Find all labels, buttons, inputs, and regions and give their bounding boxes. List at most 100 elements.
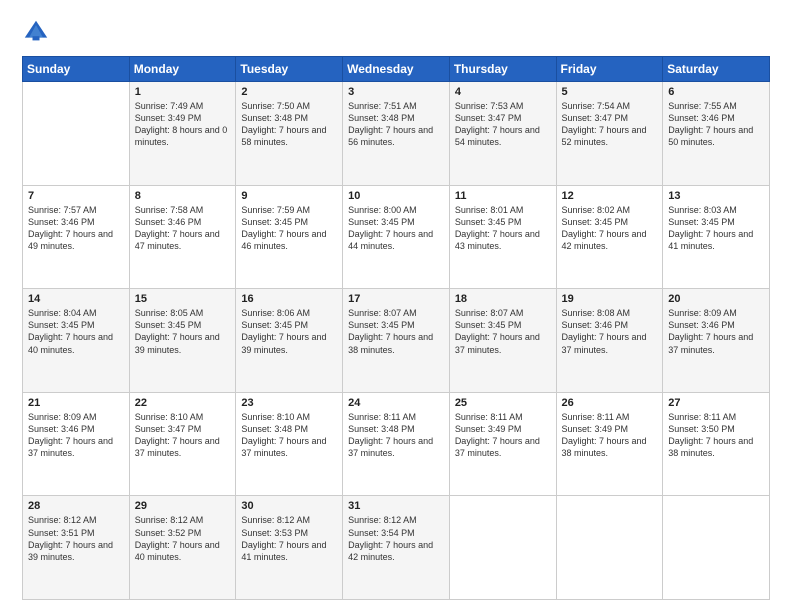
- calendar-cell: [449, 496, 556, 600]
- cell-info: Sunrise: 7:51 AMSunset: 3:48 PMDaylight:…: [348, 100, 444, 149]
- day-number: 10: [348, 190, 444, 202]
- day-number: 4: [455, 86, 551, 98]
- week-row-4: 21 Sunrise: 8:09 AMSunset: 3:46 PMDayligh…: [23, 392, 770, 496]
- calendar-cell: 16 Sunrise: 8:06 AMSunset: 3:45 PMDayligh…: [236, 289, 343, 393]
- calendar-cell: 9 Sunrise: 7:59 AMSunset: 3:45 PMDaylight…: [236, 185, 343, 289]
- calendar-cell: [23, 82, 130, 186]
- cell-info: Sunrise: 7:53 AMSunset: 3:47 PMDaylight:…: [455, 100, 551, 149]
- calendar-cell: [556, 496, 663, 600]
- calendar-cell: 14 Sunrise: 8:04 AMSunset: 3:45 PMDayligh…: [23, 289, 130, 393]
- weekday-header-friday: Friday: [556, 57, 663, 82]
- cell-info: Sunrise: 8:12 AMSunset: 3:54 PMDaylight:…: [348, 514, 444, 563]
- day-number: 6: [668, 86, 764, 98]
- cell-info: Sunrise: 8:04 AMSunset: 3:45 PMDaylight:…: [28, 307, 124, 356]
- day-number: 21: [28, 397, 124, 409]
- logo: [22, 18, 54, 46]
- calendar-cell: 27 Sunrise: 8:11 AMSunset: 3:50 PMDayligh…: [663, 392, 770, 496]
- day-number: 20: [668, 293, 764, 305]
- day-number: 8: [135, 190, 231, 202]
- day-number: 3: [348, 86, 444, 98]
- calendar-cell: [663, 496, 770, 600]
- calendar-cell: 8 Sunrise: 7:58 AMSunset: 3:46 PMDaylight…: [129, 185, 236, 289]
- cell-info: Sunrise: 8:08 AMSunset: 3:46 PMDaylight:…: [562, 307, 658, 356]
- day-number: 19: [562, 293, 658, 305]
- week-row-1: 1Sunrise: 7:49 AMSunset: 3:49 PMDaylight…: [23, 82, 770, 186]
- calendar-cell: 21 Sunrise: 8:09 AMSunset: 3:46 PMDayligh…: [23, 392, 130, 496]
- cell-info: Sunrise: 8:05 AMSunset: 3:45 PMDaylight:…: [135, 307, 231, 356]
- cell-info: Sunrise: 8:09 AMSunset: 3:46 PMDaylight:…: [28, 411, 124, 460]
- weekday-header-thursday: Thursday: [449, 57, 556, 82]
- day-number: 18: [455, 293, 551, 305]
- calendar-cell: 15 Sunrise: 8:05 AMSunset: 3:45 PMDayligh…: [129, 289, 236, 393]
- cell-info: Sunrise: 7:58 AMSunset: 3:46 PMDaylight:…: [135, 204, 231, 253]
- cell-info: Sunrise: 8:11 AMSunset: 3:50 PMDaylight:…: [668, 411, 764, 460]
- day-number: 16: [241, 293, 337, 305]
- cell-info: Sunrise: 8:09 AMSunset: 3:46 PMDaylight:…: [668, 307, 764, 356]
- day-number: 25: [455, 397, 551, 409]
- calendar-cell: 31 Sunrise: 8:12 AMSunset: 3:54 PMDayligh…: [343, 496, 450, 600]
- calendar-cell: 6 Sunrise: 7:55 AMSunset: 3:46 PMDaylight…: [663, 82, 770, 186]
- weekday-header-sunday: Sunday: [23, 57, 130, 82]
- calendar-cell: 11Sunrise: 8:01 AMSunset: 3:45 PMDayligh…: [449, 185, 556, 289]
- day-number: 12: [562, 190, 658, 202]
- calendar-cell: 19 Sunrise: 8:08 AMSunset: 3:46 PMDayligh…: [556, 289, 663, 393]
- day-number: 15: [135, 293, 231, 305]
- day-number: 27: [668, 397, 764, 409]
- calendar-cell: 22 Sunrise: 8:10 AMSunset: 3:47 PMDayligh…: [129, 392, 236, 496]
- calendar-cell: 26 Sunrise: 8:11 AMSunset: 3:49 PMDayligh…: [556, 392, 663, 496]
- cell-info: Sunrise: 8:07 AMSunset: 3:45 PMDaylight:…: [348, 307, 444, 356]
- calendar-cell: 1Sunrise: 7:49 AMSunset: 3:49 PMDaylight…: [129, 82, 236, 186]
- calendar-cell: 12 Sunrise: 8:02 AMSunset: 3:45 PMDayligh…: [556, 185, 663, 289]
- calendar-cell: 18 Sunrise: 8:07 AMSunset: 3:45 PMDayligh…: [449, 289, 556, 393]
- cell-info: Sunrise: 7:50 AMSunset: 3:48 PMDaylight:…: [241, 100, 337, 149]
- cell-info: Sunrise: 8:00 AMSunset: 3:45 PMDaylight:…: [348, 204, 444, 253]
- calendar-cell: 5 Sunrise: 7:54 AMSunset: 3:47 PMDaylight…: [556, 82, 663, 186]
- calendar-cell: 7Sunrise: 7:57 AMSunset: 3:46 PMDaylight…: [23, 185, 130, 289]
- weekday-header-row: SundayMondayTuesdayWednesdayThursdayFrid…: [23, 57, 770, 82]
- calendar-cell: 28Sunrise: 8:12 AMSunset: 3:51 PMDayligh…: [23, 496, 130, 600]
- calendar-cell: 29Sunrise: 8:12 AMSunset: 3:52 PMDayligh…: [129, 496, 236, 600]
- day-number: 14: [28, 293, 124, 305]
- weekday-header-monday: Monday: [129, 57, 236, 82]
- day-number: 17: [348, 293, 444, 305]
- cell-info: Sunrise: 7:54 AMSunset: 3:47 PMDaylight:…: [562, 100, 658, 149]
- weekday-header-wednesday: Wednesday: [343, 57, 450, 82]
- calendar-cell: 3 Sunrise: 7:51 AMSunset: 3:48 PMDaylight…: [343, 82, 450, 186]
- day-number: 31: [348, 500, 444, 512]
- calendar-cell: 25 Sunrise: 8:11 AMSunset: 3:49 PMDayligh…: [449, 392, 556, 496]
- day-number: 23: [241, 397, 337, 409]
- cell-info: Sunrise: 8:10 AMSunset: 3:47 PMDaylight:…: [135, 411, 231, 460]
- week-row-3: 14 Sunrise: 8:04 AMSunset: 3:45 PMDayligh…: [23, 289, 770, 393]
- day-number: 5: [562, 86, 658, 98]
- day-number: 26: [562, 397, 658, 409]
- calendar-cell: 10 Sunrise: 8:00 AMSunset: 3:45 PMDayligh…: [343, 185, 450, 289]
- cell-info: Sunrise: 7:55 AMSunset: 3:46 PMDaylight:…: [668, 100, 764, 149]
- week-row-5: 28Sunrise: 8:12 AMSunset: 3:51 PMDayligh…: [23, 496, 770, 600]
- calendar-cell: 30 Sunrise: 8:12 AMSunset: 3:53 PMDayligh…: [236, 496, 343, 600]
- cell-info: Sunrise: 8:12 AMSunset: 3:53 PMDaylight:…: [241, 514, 337, 563]
- cell-info: Sunrise: 8:02 AMSunset: 3:45 PMDaylight:…: [562, 204, 658, 253]
- day-number: 24: [348, 397, 444, 409]
- cell-info: Sunrise: 8:06 AMSunset: 3:45 PMDaylight:…: [241, 307, 337, 356]
- cell-info: Sunrise: 8:07 AMSunset: 3:45 PMDaylight:…: [455, 307, 551, 356]
- calendar-cell: 2Sunrise: 7:50 AMSunset: 3:48 PMDaylight…: [236, 82, 343, 186]
- cell-info: Sunrise: 8:11 AMSunset: 3:49 PMDaylight:…: [562, 411, 658, 460]
- weekday-header-saturday: Saturday: [663, 57, 770, 82]
- day-number: 30: [241, 500, 337, 512]
- cell-info: Sunrise: 8:11 AMSunset: 3:48 PMDaylight:…: [348, 411, 444, 460]
- weekday-header-tuesday: Tuesday: [236, 57, 343, 82]
- day-number: 22: [135, 397, 231, 409]
- day-number: 28: [28, 500, 124, 512]
- calendar-cell: 17 Sunrise: 8:07 AMSunset: 3:45 PMDayligh…: [343, 289, 450, 393]
- day-number: 9: [241, 190, 337, 202]
- calendar-cell: 20 Sunrise: 8:09 AMSunset: 3:46 PMDayligh…: [663, 289, 770, 393]
- week-row-2: 7Sunrise: 7:57 AMSunset: 3:46 PMDaylight…: [23, 185, 770, 289]
- cell-info: Sunrise: 8:12 AMSunset: 3:52 PMDaylight:…: [135, 514, 231, 563]
- day-number: 7: [28, 190, 124, 202]
- logo-icon: [22, 18, 50, 46]
- cell-info: Sunrise: 7:49 AMSunset: 3:49 PMDaylight:…: [135, 100, 231, 149]
- day-number: 13: [668, 190, 764, 202]
- cell-info: Sunrise: 7:59 AMSunset: 3:45 PMDaylight:…: [241, 204, 337, 253]
- calendar-cell: 24 Sunrise: 8:11 AMSunset: 3:48 PMDayligh…: [343, 392, 450, 496]
- cell-info: Sunrise: 8:11 AMSunset: 3:49 PMDaylight:…: [455, 411, 551, 460]
